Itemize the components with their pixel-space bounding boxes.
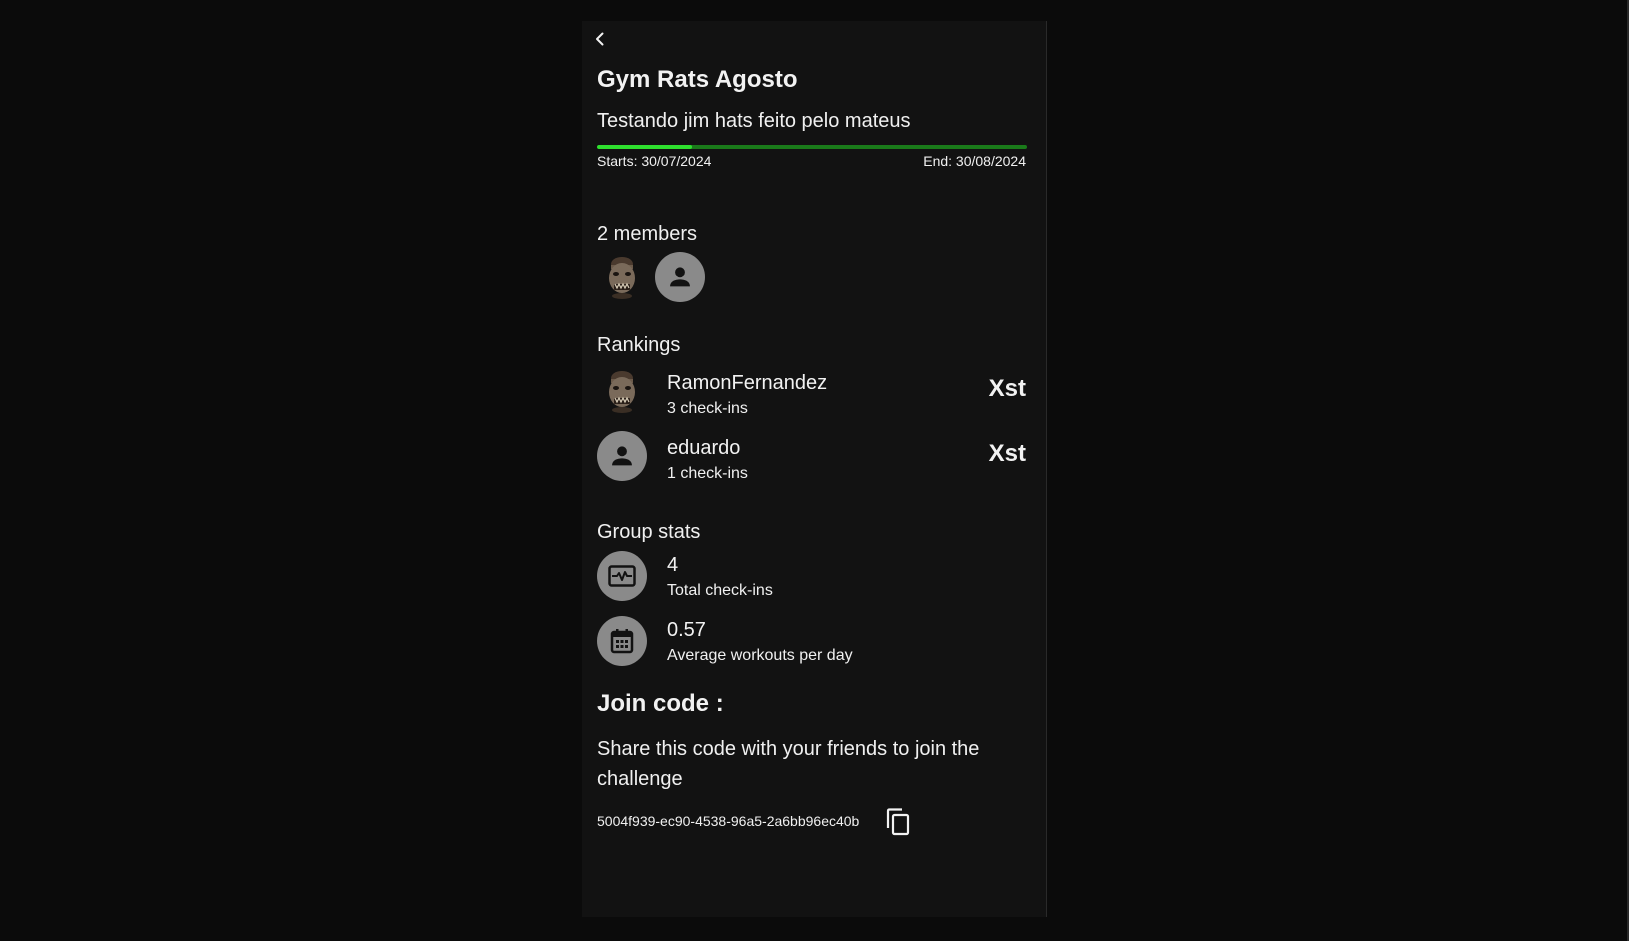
challenge-panel: Gym Rats Agosto Testando jim hats feito … xyxy=(582,21,1047,917)
ranking-avatar xyxy=(597,431,647,481)
person-icon xyxy=(670,267,690,287)
stat-value: 0.57 xyxy=(667,619,706,641)
rankings-heading: Rankings xyxy=(597,334,681,356)
member-avatar-eduardo[interactable] xyxy=(655,252,705,302)
calendar-icon xyxy=(610,629,634,654)
challenge-description: Testando jim hats feito pelo mateus xyxy=(597,110,911,132)
ranking-checkins: 1 check-ins xyxy=(667,465,748,482)
stat-label: Average workouts per day xyxy=(667,647,853,664)
stat-value: 4 xyxy=(667,554,679,576)
end-date: End: 30/08/2024 xyxy=(923,153,1026,169)
ranking-badge: Xst xyxy=(988,375,1026,402)
join-code-value: 5004f939-ec90-4538-96a5-2a6bb96ec40b xyxy=(597,813,860,829)
stat-label: Total check-ins xyxy=(667,582,773,599)
ranking-checkins: 3 check-ins xyxy=(667,400,748,417)
challenge-progress-fill xyxy=(597,145,692,149)
ogre-avatar-icon xyxy=(609,257,635,299)
ranking-name: RamonFernandez xyxy=(667,372,828,394)
stat-icon-circle xyxy=(597,616,647,666)
chevron-left-icon xyxy=(596,32,604,46)
join-code-description: Share this code with your friends to joi… xyxy=(597,738,980,790)
group-stats-heading: Group stats xyxy=(597,521,701,543)
person-icon xyxy=(612,446,632,466)
copy-icon xyxy=(886,808,910,836)
join-code-heading: Join code : xyxy=(597,690,724,717)
back-button[interactable] xyxy=(588,27,612,51)
copy-code-button[interactable] xyxy=(884,807,912,837)
ranking-avatar xyxy=(597,366,647,416)
start-date: Starts: 30/07/2024 xyxy=(597,153,712,169)
activity-icon xyxy=(608,565,636,587)
ogre-avatar-icon xyxy=(609,371,635,413)
ranking-name: eduardo xyxy=(667,437,741,459)
page: Gym Rats Agosto Testando jim hats feito … xyxy=(0,0,1629,941)
ranking-badge: Xst xyxy=(988,440,1026,467)
stat-icon-circle xyxy=(597,551,647,601)
challenge-title: Gym Rats Agosto xyxy=(597,66,798,93)
member-avatar-ramonfernandez[interactable] xyxy=(597,252,647,302)
members-count: 2 members xyxy=(597,223,698,245)
challenge-progress-bar xyxy=(597,145,1027,149)
